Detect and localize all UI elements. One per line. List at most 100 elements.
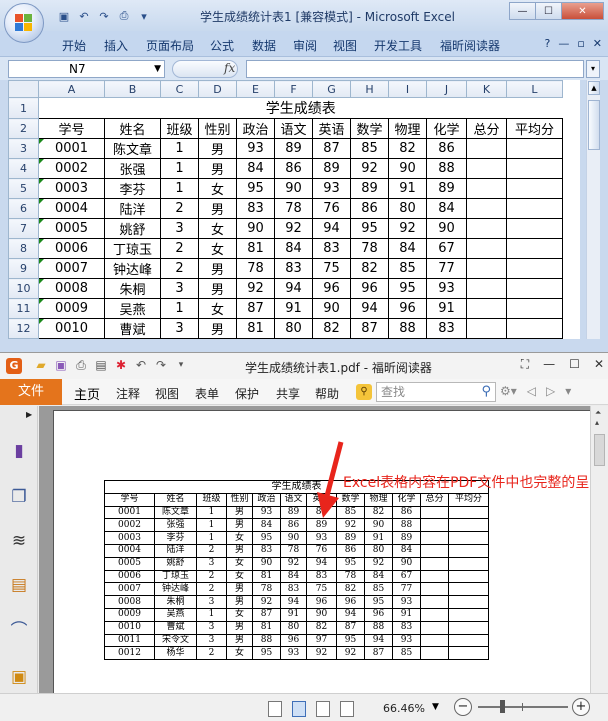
table-cell[interactable]	[466, 318, 507, 339]
table-cell[interactable]: 83	[426, 318, 467, 339]
table-cell[interactable]: 78	[350, 238, 389, 259]
row-header[interactable]: 2	[8, 118, 39, 139]
table-cell[interactable]: 0008	[38, 278, 105, 299]
row-header[interactable]: 1	[8, 97, 39, 119]
tab-view[interactable]: 视图	[155, 385, 179, 402]
table-cell[interactable]: 0003	[38, 178, 105, 199]
table-cell[interactable]: 女	[198, 298, 237, 319]
table-cell[interactable]: 丁琼玉	[104, 238, 161, 259]
tab-form[interactable]: 表单	[195, 385, 219, 402]
restore-layout-icon[interactable]: ⛶	[521, 357, 529, 372]
help-icon[interactable]: ?	[544, 37, 550, 50]
search-icon[interactable]: ⚲	[481, 383, 491, 401]
tab-share[interactable]: 共享	[276, 385, 300, 402]
header-cell[interactable]: 语文	[274, 118, 313, 139]
table-cell[interactable]: 78	[274, 198, 313, 219]
table-cell[interactable]: 吴燕	[104, 298, 161, 319]
table-cell[interactable]: 87	[350, 318, 389, 339]
table-cell[interactable]: 84	[426, 198, 467, 219]
file-tab[interactable]: 文件	[0, 379, 62, 405]
table-cell[interactable]: 95	[350, 338, 389, 339]
table-cell[interactable]: 1	[160, 158, 199, 179]
column-header[interactable]: B	[104, 80, 161, 98]
table-cell[interactable]: 94	[312, 218, 351, 239]
minimize-button[interactable]: —	[509, 2, 536, 20]
table-cell[interactable]: 82	[350, 258, 389, 279]
table-cell[interactable]: 3	[160, 218, 199, 239]
find-tool-icon[interactable]: ⚲	[356, 384, 372, 400]
table-cell[interactable]: 男	[198, 258, 237, 279]
row-header[interactable]: 6	[8, 198, 39, 219]
table-cell[interactable]: 86	[426, 138, 467, 159]
table-cell[interactable]: 男	[198, 158, 237, 179]
expand-sidebar-icon[interactable]: ▶	[26, 410, 32, 419]
table-cell[interactable]: 0002	[38, 158, 105, 179]
attachment-icon[interactable]: ⌒	[8, 620, 30, 642]
table-cell[interactable]: 90	[236, 218, 275, 239]
table-cell[interactable]	[466, 298, 507, 319]
table-cell[interactable]: 83	[312, 238, 351, 259]
tab-insert[interactable]: 插入	[104, 37, 128, 54]
column-header[interactable]: D	[198, 80, 237, 98]
close-button[interactable]: ✕	[594, 357, 604, 372]
zoom-slider-track[interactable]	[478, 706, 568, 708]
table-cell[interactable]: 77	[426, 258, 467, 279]
table-cell[interactable]: 93	[236, 138, 275, 159]
single-page-icon[interactable]	[268, 701, 282, 717]
column-header[interactable]: I	[388, 80, 427, 98]
table-cell[interactable]: 96	[274, 338, 313, 339]
table-cell[interactable]: 陈文章	[104, 138, 161, 159]
pdf-vertical-scrollbar[interactable]: ⏶ ▴	[590, 406, 608, 693]
security-lock-icon[interactable]: ▣	[8, 666, 30, 688]
formula-input[interactable]	[246, 60, 584, 78]
table-cell[interactable]: 88	[236, 338, 275, 339]
customize-icon[interactable]: ▾	[174, 358, 188, 372]
table-cell[interactable]: 96	[388, 298, 427, 319]
header-cell[interactable]: 平均分	[506, 118, 563, 139]
row-header[interactable]: 5	[8, 178, 39, 199]
header-cell[interactable]: 政治	[236, 118, 275, 139]
table-cell[interactable]: 85	[388, 258, 427, 279]
table-cell[interactable]: 96	[312, 278, 351, 299]
customize-qat-icon[interactable]: ▾	[136, 8, 152, 24]
table-cell[interactable]	[506, 158, 563, 179]
table-cell[interactable]: 93	[426, 278, 467, 299]
search-input[interactable]: 查找 ⚲	[376, 382, 496, 402]
header-cell[interactable]: 学号	[38, 118, 105, 139]
minimize-button[interactable]: —	[543, 357, 555, 372]
header-cell[interactable]: 化学	[426, 118, 467, 139]
row-header[interactable]: 7	[8, 218, 39, 239]
table-cell[interactable]: 96	[350, 278, 389, 299]
create-icon[interactable]: ✱	[114, 358, 128, 372]
table-cell[interactable]	[466, 238, 507, 259]
spreadsheet-grid[interactable]: A B C D E F G H I J K L 1 学生成绩表 2 学号 姓名 班级 性别 政治 语文 英语 数学 物理 化学总…	[8, 80, 580, 339]
tab-home[interactable]: 主页	[74, 384, 100, 403]
table-cell[interactable]: 2	[160, 198, 199, 219]
header-cell[interactable]: 班级	[160, 118, 199, 139]
column-header[interactable]: C	[160, 80, 199, 98]
insert-function-icon[interactable]: fx	[224, 61, 235, 75]
table-cell[interactable]	[506, 238, 563, 259]
table-cell[interactable]: 李芬	[104, 178, 161, 199]
layers-icon[interactable]: ≋	[8, 530, 30, 552]
table-cell[interactable]: 3	[160, 278, 199, 299]
table-cell[interactable]	[506, 338, 563, 339]
zoom-dropdown-icon[interactable]: ▼	[432, 702, 439, 712]
table-cell[interactable]: 0010	[38, 318, 105, 339]
column-header[interactable]: H	[350, 80, 389, 98]
table-cell[interactable]: 宋令文	[104, 338, 161, 339]
tab-review[interactable]: 审阅	[293, 37, 317, 54]
column-header[interactable]: K	[466, 80, 507, 98]
tab-view[interactable]: 视图	[333, 37, 357, 54]
tab-help[interactable]: 帮助	[315, 385, 339, 402]
table-cell[interactable]: 3	[160, 338, 199, 339]
redo-icon[interactable]: ↷	[96, 8, 112, 24]
redo-icon[interactable]: ↷	[154, 358, 168, 372]
table-cell[interactable]	[466, 138, 507, 159]
table-cell[interactable]: 女	[198, 178, 237, 199]
pages-icon[interactable]: ❐	[8, 486, 30, 508]
table-cell[interactable]: 91	[426, 298, 467, 319]
tab-comment[interactable]: 注释	[116, 385, 140, 402]
bookmark-icon[interactable]: ▮	[8, 440, 30, 462]
table-cell[interactable]	[506, 198, 563, 219]
